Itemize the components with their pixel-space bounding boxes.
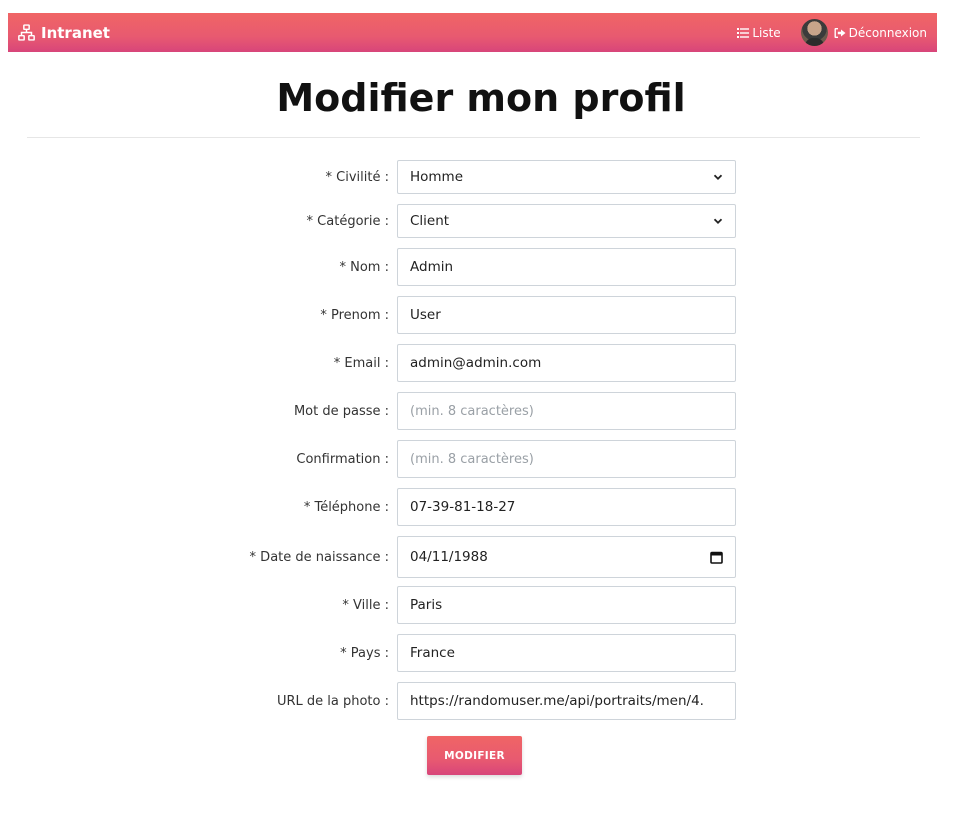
civilite-row: * Civilité : Homme [0,160,962,198]
civilite-value: Homme [410,169,464,185]
top-navbar: Intranet Liste Déconnexion [8,13,937,52]
prenom-row: * Prenom : User [0,296,962,334]
list-label: Liste [752,25,781,40]
password-row: Mot de passe : (min. 8 caractères) [0,392,962,430]
photo-label: URL de la photo : [276,693,389,709]
logout-label: Déconnexion [848,25,927,40]
sitemap-icon [18,24,35,41]
prenom-input[interactable]: User [397,296,736,334]
photo-row: URL de la photo : https://randomuser.me/… [0,682,962,720]
logout-link[interactable]: Déconnexion [834,26,927,40]
nom-input[interactable]: Admin [397,248,736,286]
prenom-value: User [410,307,441,323]
nav-right: Liste Déconnexion [737,19,927,46]
naissance-value: 04/11/1988 [410,549,488,565]
email-row: * Email : admin@admin.com [0,344,962,382]
ville-input[interactable]: Paris [397,586,736,624]
categorie-label: * Catégorie : [306,213,389,229]
telephone-value: 07-39-81-18-27 [410,499,516,515]
civilite-label: * Civilité : [325,169,389,185]
chevron-down-icon [713,174,723,180]
nom-label: * Nom : [339,259,390,275]
confirmation-input[interactable]: (min. 8 caractères) [397,440,736,478]
naissance-label: * Date de naissance : [249,549,389,565]
telephone-label: * Téléphone : [303,499,389,515]
confirmation-row: Confirmation : (min. 8 caractères) [0,440,962,478]
photo-url-value: https://randomuser.me/api/portraits/men/… [410,693,704,709]
brand-label: Intranet [41,23,110,42]
password-label: Mot de passe : [293,403,389,419]
password-input[interactable]: (min. 8 caractères) [397,392,736,430]
calendar-icon[interactable] [710,551,723,564]
nom-row: * Nom : Admin [0,248,962,286]
email-input[interactable]: admin@admin.com [397,344,736,382]
categorie-select[interactable]: Client [397,204,736,238]
list-link[interactable]: Liste [737,25,781,40]
nom-value: Admin [410,259,454,275]
ville-row: * Ville : Paris [0,586,962,624]
categorie-row: * Catégorie : Client [0,204,962,242]
categorie-value: Client [410,213,450,229]
page-title: Modifier mon profil [276,76,686,120]
confirmation-label: Confirmation : [296,451,389,467]
civilite-select[interactable]: Homme [397,160,736,194]
photo-url-input[interactable]: https://randomuser.me/api/portraits/men/… [397,682,736,720]
chevron-down-icon [713,218,723,224]
telephone-input[interactable]: 07-39-81-18-27 [397,488,736,526]
list-icon [737,27,750,38]
ville-value: Paris [410,597,443,613]
telephone-row: * Téléphone : 07-39-81-18-27 [0,488,962,526]
pays-row: * Pays : France [0,634,962,672]
user-avatar[interactable] [800,19,828,46]
pays-input[interactable]: France [397,634,736,672]
prenom-label: * Prenom : [320,307,389,323]
pays-label: * Pays : [340,645,389,661]
naissance-input[interactable]: 04/11/1988 [397,536,736,578]
confirmation-placeholder: (min. 8 caractères) [410,451,534,467]
sign-out-icon [834,27,846,38]
naissance-row: * Date de naissance : 04/11/1988 [0,536,962,578]
email-value: admin@admin.com [410,355,542,371]
title-divider [27,137,920,138]
password-placeholder: (min. 8 caractères) [410,403,534,419]
pays-value: France [410,645,455,661]
email-label: * Email : [333,355,389,371]
modifier-button[interactable]: MODIFIER [427,736,522,775]
ville-label: * Ville : [342,597,389,613]
brand-link[interactable]: Intranet [18,24,110,42]
